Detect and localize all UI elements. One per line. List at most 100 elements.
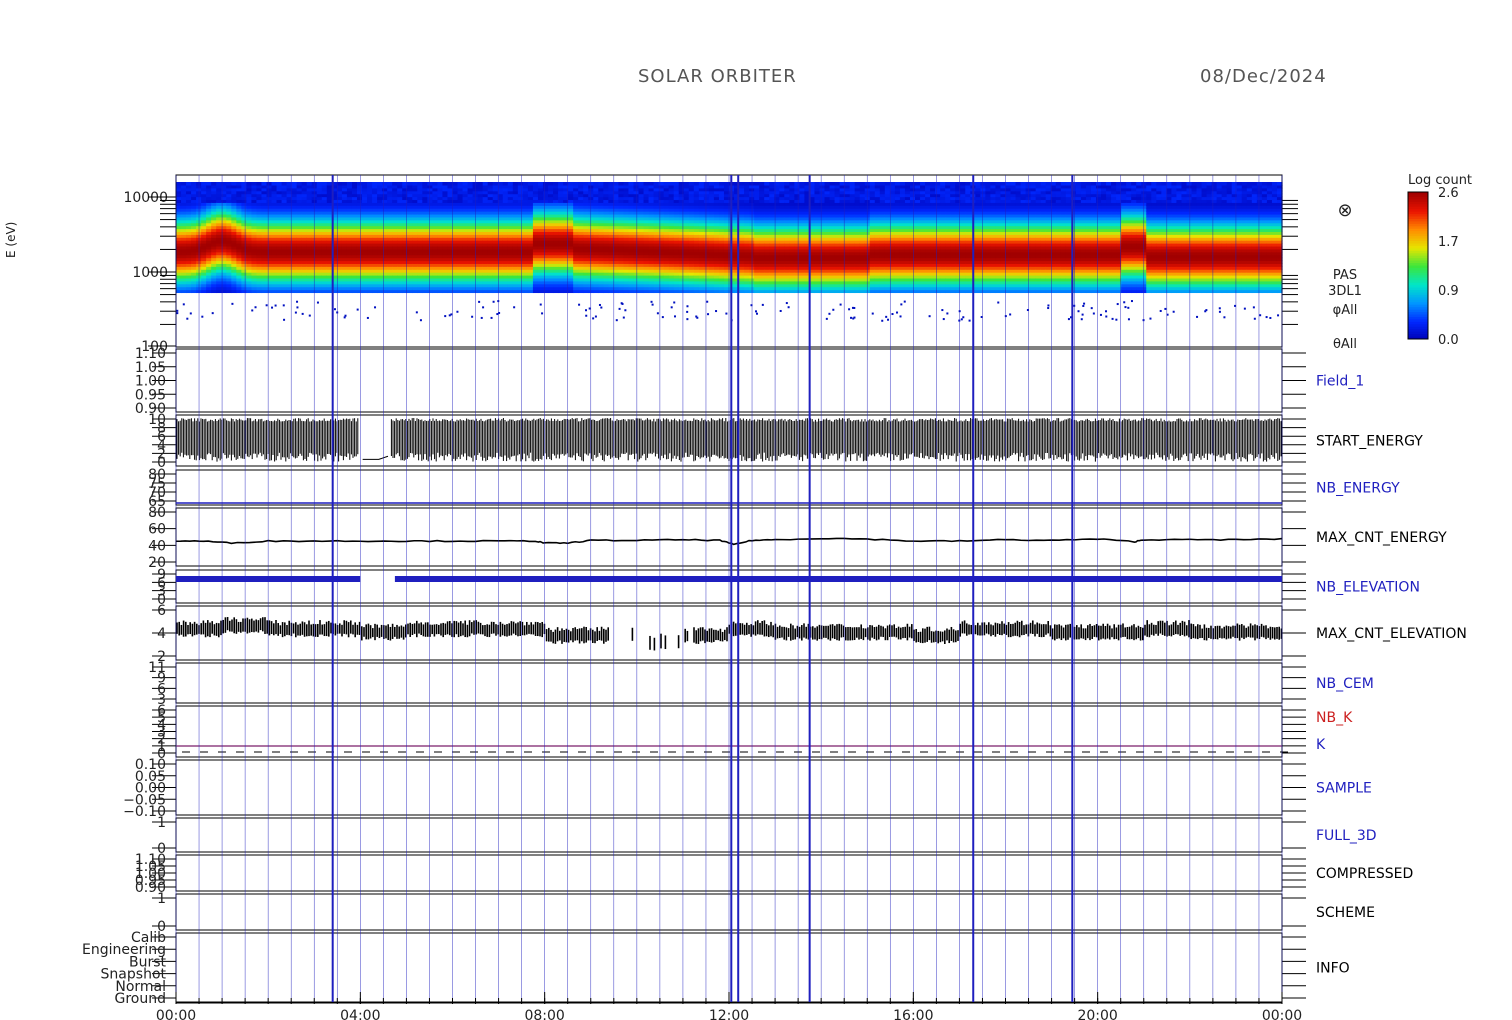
spectrogram-cell [522, 182, 529, 186]
spectrogram-cell [412, 182, 418, 186]
spectrogram-cell [392, 182, 398, 186]
spectrogram-cell [341, 182, 348, 186]
spectrogram-cell [356, 182, 363, 186]
chart-canvas: 100001000100PAS3DL1φAllθAll⊗Log count2.6… [82, 173, 1472, 1020]
spectrogram-cell [512, 182, 519, 186]
spectrogram-cell [638, 182, 645, 186]
spectrogram-cell [814, 182, 821, 186]
spectrogram-cell [372, 182, 378, 186]
spectrogram-cell [336, 182, 343, 186]
spectrogram-cell [648, 182, 655, 186]
spectrogram-cell [663, 182, 670, 186]
spectrogram-cell [769, 182, 775, 186]
spectrogram-cell [794, 182, 800, 186]
spectrogram-cell [568, 182, 574, 186]
energy-spectrogram [176, 182, 1283, 322]
spectrogram-cell [517, 182, 524, 186]
spectrogram-cell [789, 182, 795, 186]
spectrogram-cell [402, 182, 408, 186]
spectrogram-cell [623, 182, 630, 186]
spectrogram-cell [241, 182, 247, 186]
spectrogram-cell [487, 182, 494, 186]
spectrogram-cell [548, 182, 554, 186]
spectrogram-cell [236, 182, 242, 186]
spectrogram-cell [437, 182, 444, 186]
spectrogram-cell [653, 182, 660, 186]
spectrogram-cell [377, 182, 383, 186]
spectrogram-cell [351, 182, 358, 186]
spectrogram-cell [759, 182, 765, 186]
spectrogram-cell [588, 182, 594, 186]
spectrogram-cell [326, 182, 333, 186]
spectrogram-cell [467, 182, 474, 186]
spectrogram-cell [181, 182, 187, 186]
spectrogram-cell [713, 182, 720, 186]
spectrogram-cell [281, 182, 288, 186]
spectrogram-cell [537, 182, 544, 186]
spectrogram-cell [658, 182, 665, 186]
spectrogram-cell [754, 182, 760, 186]
spectrogram-cell [532, 182, 539, 186]
spectrogram-cell [457, 182, 464, 186]
spectrogram-cell [477, 182, 484, 186]
spectrogram-cell [407, 182, 413, 186]
spectrogram-cell [246, 182, 253, 186]
spectrogram-cell [251, 182, 258, 186]
spectrogram-cell [492, 182, 499, 186]
spectrogram-cell [698, 182, 705, 186]
spectrogram-cell [442, 182, 449, 186]
spectrogram-cell [553, 182, 559, 186]
spectrogram-cell [306, 182, 313, 186]
spectrogram-cell [799, 182, 806, 186]
spectrogram-cell [603, 182, 609, 186]
spectrogram-cell [643, 182, 650, 186]
spectrogram-cell [321, 182, 328, 186]
spectrogram-cell [226, 182, 232, 186]
spectrogram-cell [507, 182, 514, 186]
spectrogram-cell [824, 182, 831, 186]
solar-orbiter-pas-summary-plot: SOLAR ORBITER 08/Dec/2024 E (eV) 10000 10… [0, 0, 1512, 1020]
spectrogram-cell [784, 182, 790, 186]
spectrogram-cell [216, 182, 222, 186]
spectrogram-cell [291, 182, 298, 186]
spectrogram-cell [628, 182, 635, 186]
spectrogram-cell [668, 182, 675, 186]
spectrogram-cell [779, 182, 785, 186]
spectrogram-cell [708, 182, 715, 186]
spectrogram-cell [206, 182, 212, 186]
spectrogram-cell [296, 182, 303, 186]
spectrogram-cell [211, 182, 217, 186]
spectrogram-cell [346, 182, 353, 186]
spectrogram-cell [452, 182, 459, 186]
spectrogram-cell [542, 182, 549, 186]
spectrogram-cell [764, 182, 770, 186]
spectrogram-cell [633, 182, 640, 186]
spectrogram-cell [673, 182, 680, 186]
spectrogram-cell [462, 182, 469, 186]
spectrogram-cell [502, 182, 509, 186]
spectrogram-cell [598, 182, 604, 186]
spectrogram-cell [683, 182, 690, 186]
spectrogram-cell [367, 182, 373, 186]
spectrogram-cell [256, 182, 263, 186]
spectrogram-cell [678, 182, 685, 186]
spectrogram-cell [819, 182, 826, 186]
spectrogram-cell [397, 182, 403, 186]
spectrogram-cell [271, 182, 278, 186]
spectrogram-cell [266, 182, 273, 186]
spectrogram-cell [231, 182, 237, 186]
spectrogram-cell [387, 182, 393, 186]
spectrogram-cell [608, 182, 614, 186]
spectrogram-cell [593, 182, 599, 186]
spectrogram-cell [744, 182, 750, 186]
spectrogram-cell [191, 182, 197, 186]
spectrogram-cell [527, 182, 534, 186]
spectrogram-cell [739, 182, 745, 186]
spectrogram-cell [176, 182, 182, 186]
spectrogram-cell [382, 182, 388, 186]
spectrogram-cell [482, 182, 489, 186]
spectrogram-cell [201, 182, 207, 186]
spectrogram-cell [186, 182, 192, 186]
spectrogram-cell [301, 182, 308, 186]
spectrogram-cell [422, 182, 428, 186]
